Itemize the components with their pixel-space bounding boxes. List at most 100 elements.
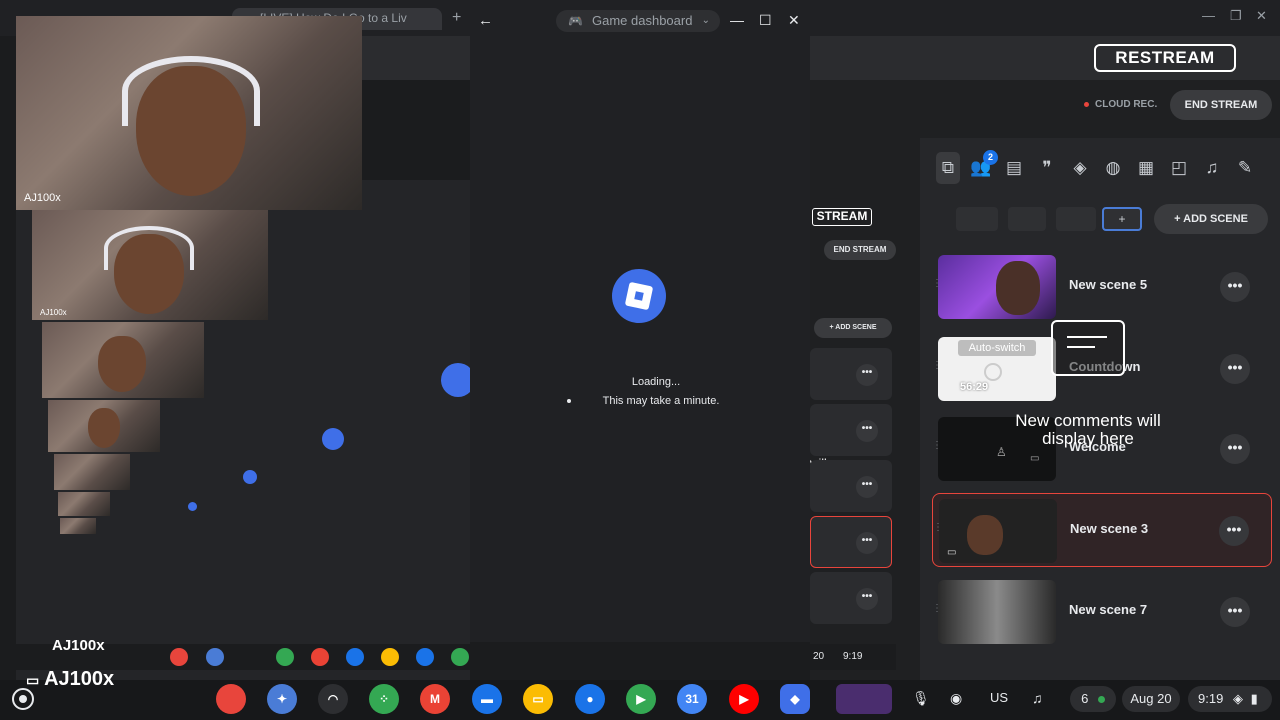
- scene-row-selected[interactable]: ⋮⋮ ▭ New scene 3 •••: [932, 493, 1272, 567]
- minimize-icon[interactable]: —: [730, 12, 744, 28]
- layout-option-1[interactable]: [956, 207, 998, 231]
- slides-icon[interactable]: ▭: [523, 684, 553, 714]
- scene-more-button[interactable]: •••: [1219, 516, 1249, 546]
- messages-icon[interactable]: ●: [575, 684, 605, 714]
- gemini-icon[interactable]: ✦: [267, 684, 297, 714]
- maximize-icon[interactable]: ❐: [1230, 8, 1242, 24]
- qr-code-icon[interactable]: ▦: [1134, 152, 1158, 184]
- scene-row[interactable]: ⋮⋮ New scene 5 •••: [932, 250, 1272, 324]
- wifi-icon: ◈: [1232, 691, 1243, 706]
- active-window-preview[interactable]: [836, 684, 892, 714]
- game-dashboard-pill[interactable]: 🎮 Game dashboard ⌄: [556, 10, 720, 32]
- back-arrow-icon[interactable]: ←: [478, 12, 493, 29]
- close-icon[interactable]: ✕: [788, 12, 800, 29]
- poll-icon[interactable]: ◰: [1167, 152, 1191, 184]
- nested-restream-logo: STREAM: [812, 208, 872, 226]
- media-controls-icon[interactable]: ♫: [1032, 690, 1043, 706]
- screen-label: AJ100x: [52, 637, 105, 654]
- date-pill[interactable]: Aug 20: [1122, 686, 1180, 712]
- cast-icon[interactable]: ◉: [950, 690, 962, 707]
- bubble-line: [1067, 346, 1095, 348]
- scene-more-button[interactable]: •••: [1220, 354, 1250, 384]
- scene-name: New scene 5: [1069, 277, 1148, 292]
- nested-files-icon: [346, 648, 364, 666]
- cloud-recording-status: CLOUD REC.: [1084, 99, 1157, 110]
- system-tray[interactable]: 9:19 ◈ ▮: [1188, 686, 1272, 712]
- apps-icon[interactable]: ⁘: [369, 684, 399, 714]
- chat-icon[interactable]: ▤: [1002, 152, 1026, 184]
- end-stream-button[interactable]: END STREAM: [1170, 90, 1272, 120]
- headphones-image: [122, 56, 260, 126]
- scene-more-button[interactable]: •••: [1220, 434, 1250, 464]
- chrome-icon[interactable]: [216, 684, 246, 714]
- layers-icon[interactable]: ◈: [1068, 152, 1092, 184]
- nested-more-icon: •••: [856, 476, 878, 498]
- scene-name: New scene 3: [1070, 521, 1149, 536]
- layout-option-2[interactable]: [1008, 207, 1046, 231]
- gmail-icon[interactable]: M: [420, 684, 450, 714]
- webcam-mirror: [42, 322, 204, 398]
- quote-icon[interactable]: ❞: [1035, 152, 1059, 184]
- restream-logo: RESTREAM: [1094, 44, 1236, 72]
- calendar-icon[interactable]: 31: [677, 684, 707, 714]
- nested-time: 9:19: [843, 651, 863, 662]
- scene-name: New scene 7: [1069, 602, 1148, 617]
- webcam-label: AJ100x: [24, 192, 61, 204]
- layout-option-add[interactable]: +: [1102, 207, 1142, 231]
- music-icon[interactable]: ♫: [1200, 152, 1224, 184]
- layout-option-3[interactable]: [1056, 207, 1096, 231]
- nested-messages-icon: [416, 648, 434, 666]
- nested-gmail-icon: [311, 648, 329, 666]
- maximize-icon[interactable]: ☐: [759, 12, 772, 29]
- youtube-icon[interactable]: ▶: [729, 684, 759, 714]
- screen-share-icon: ▭: [947, 547, 957, 558]
- webcam-label: AJ100x: [40, 308, 67, 317]
- cloud-rec-label: CLOUD REC.: [1095, 99, 1158, 110]
- scene-thumbnail: ▭: [939, 499, 1057, 563]
- microphone-icon[interactable]: 🎙: [912, 690, 930, 707]
- roblox-icon[interactable]: ◆: [780, 684, 810, 714]
- nested-more-icon: •••: [856, 588, 878, 610]
- clock-icon: [984, 363, 1002, 381]
- comment-icon: ▭: [1030, 453, 1040, 464]
- add-scene-button[interactable]: + ADD SCENE: [1154, 204, 1268, 234]
- webcam-mirror: [48, 400, 160, 452]
- scenes-icon[interactable]: ⧉: [936, 152, 960, 184]
- minimize-icon[interactable]: —: [1202, 8, 1215, 23]
- play-store-icon[interactable]: ▶: [626, 684, 656, 714]
- comments-bubble-icon: [1051, 320, 1125, 376]
- ime-indicator[interactable]: US: [990, 690, 1008, 705]
- podcasts-icon[interactable]: ◠: [318, 684, 348, 714]
- edit-icon[interactable]: ✎: [1233, 152, 1257, 184]
- game-dashboard-title: Game dashboard: [592, 13, 693, 28]
- nested-slides-icon: [381, 648, 399, 666]
- headphones-image: [104, 226, 194, 270]
- plus-icon[interactable]: +: [452, 9, 461, 27]
- nested-roblox-icon: [243, 470, 257, 484]
- close-icon[interactable]: ✕: [1256, 8, 1267, 24]
- nested-add-scene: + ADD SCENE: [814, 318, 892, 338]
- comments-overlay-text: New comments will display here: [1015, 411, 1161, 448]
- scene-thumbnail: [938, 580, 1056, 644]
- webcam-mirror: [60, 518, 96, 534]
- nested-scene-row: [810, 460, 892, 512]
- scene-person-image: [967, 515, 1003, 555]
- chevron-down-icon: ⌄: [701, 15, 710, 26]
- scene-more-button[interactable]: •••: [1220, 597, 1250, 627]
- notification-pill[interactable]: 6: [1070, 686, 1116, 712]
- palette-icon[interactable]: ◍: [1101, 152, 1125, 184]
- gamepad-icon: 🎮: [568, 14, 583, 28]
- screen-icon: ▭: [26, 672, 40, 688]
- scene-row[interactable]: ⋮⋮ New scene 7 •••: [932, 575, 1272, 649]
- nested-end-stream: END STREAM: [824, 240, 896, 260]
- scene-more-button[interactable]: •••: [1220, 272, 1250, 302]
- bubble-line: [1067, 336, 1107, 338]
- files-icon[interactable]: ▬: [472, 684, 502, 714]
- roblox-logo-square: [624, 281, 654, 311]
- loading-subtitle: This may take a minute.: [602, 395, 720, 407]
- nested-date: 20: [813, 651, 825, 662]
- guests-count-badge: 2: [983, 150, 998, 165]
- launcher-icon[interactable]: [12, 688, 34, 710]
- nested-scene-row-selected: [810, 516, 892, 568]
- webcam-face: [98, 336, 146, 392]
